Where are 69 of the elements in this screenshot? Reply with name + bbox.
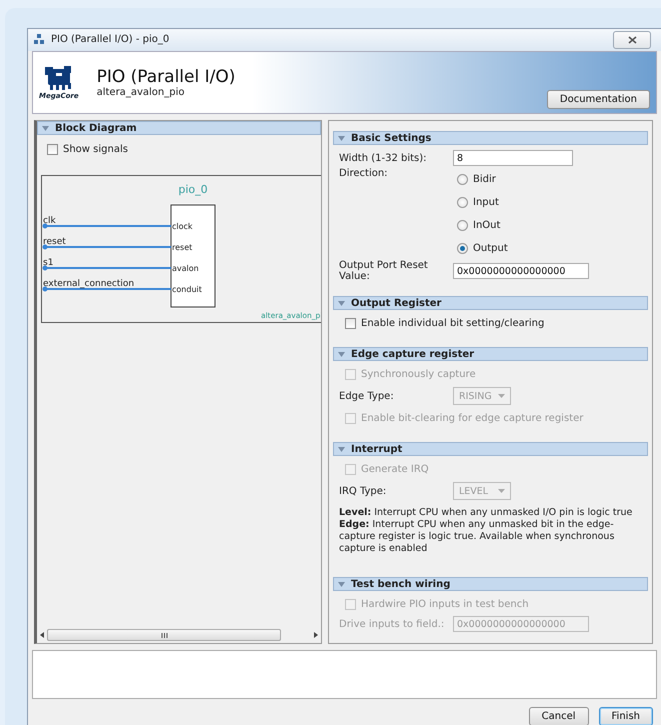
checkbox-label: Show signals (63, 144, 128, 155)
port-label: reset (172, 243, 192, 252)
signal-label: reset (43, 237, 66, 248)
documentation-button[interactable]: Documentation (546, 90, 650, 110)
component-title: PIO (Parallel I/O) (96, 66, 236, 87)
help-text: Edge: Interrupt CPU when any unmasked bit in the edge-capture register is logic true. Available when synchronous capture is enabled (339, 519, 616, 556)
checkbox-label: Synchronously capture (361, 368, 476, 380)
radio-label: Input (473, 197, 499, 208)
section-title: Interrupt (351, 444, 402, 455)
section-header[interactable]: Output Register (333, 296, 648, 310)
section-header[interactable]: Block Diagram (37, 121, 321, 136)
collapse-arrow-icon[interactable] (338, 352, 345, 357)
port-label: conduit (172, 285, 202, 294)
checkbox-label: Generate IRQ (361, 464, 429, 475)
section-title: Output Register (351, 298, 442, 309)
section-title: Test bench wiring (351, 578, 450, 590)
radio-label: InOut (473, 220, 500, 232)
scroll-left-icon[interactable] (39, 632, 45, 638)
collapse-arrow-icon[interactable] (42, 126, 49, 131)
field-label: Drive inputs to field.: (339, 618, 446, 630)
checkbox[interactable] (345, 318, 356, 329)
signal-label: clk (43, 216, 56, 226)
signal-label: external_connection (43, 279, 134, 290)
section-header[interactable]: Interrupt (333, 442, 648, 456)
dialog-button[interactable]: Finish (598, 707, 653, 725)
radio-button[interactable] (457, 220, 468, 232)
scroll-right-icon[interactable] (313, 632, 319, 638)
field-label: Edge Type: (339, 390, 395, 402)
radio-button[interactable] (457, 174, 468, 186)
section-header[interactable]: Basic Settings (333, 131, 648, 146)
chip-logo-icon (44, 64, 74, 91)
component-name: pio_0 (178, 183, 208, 196)
field-label: Output Port Reset Value: (339, 260, 429, 282)
input-field[interactable]: 8 (453, 150, 573, 166)
input-field[interactable]: 0x0000000000000000 (453, 263, 589, 280)
collapse-arrow-icon[interactable] (338, 136, 345, 141)
grip-icon (160, 632, 168, 638)
signal-label: s1 (43, 258, 54, 268)
window-title: PIO (Parallel I/O) - pio_0 (51, 34, 170, 46)
checkbox-label: Enable bit-clearing for edge capture register (361, 412, 584, 424)
dropdown-arrow-icon (498, 489, 505, 494)
close-icon (628, 36, 636, 44)
app-icon (34, 34, 45, 46)
component-subtitle: altera_avalon_pio (96, 86, 186, 98)
checkbox-label: Hardwire PIO inputs in test bench (361, 598, 529, 610)
section-title: Edge capture register (351, 348, 474, 360)
section-title: Block Diagram (55, 122, 137, 134)
port-label: clock (172, 222, 193, 232)
section-title: Basic Settings (351, 132, 432, 144)
section-header[interactable]: Edge capture register (333, 347, 648, 362)
help-text: Level: Interrupt CPU when any unmasked I/O pin is logic true (339, 507, 634, 520)
checkbox[interactable] (47, 144, 58, 155)
scrollbar-thumb[interactable] (47, 629, 281, 642)
radio-button[interactable] (457, 197, 468, 208)
field-label: Width (1-32 bits): (339, 152, 428, 164)
section-header[interactable]: Test bench wiring (333, 577, 648, 592)
field-label: Direction: (339, 168, 389, 180)
radio-button[interactable] (457, 243, 468, 254)
port-label: avalon (172, 264, 199, 274)
radio-label: Bidir (473, 174, 496, 186)
checkbox-label: Enable individual bit setting/clearing (361, 318, 544, 329)
field-label: IRQ Type: (339, 486, 388, 497)
radio-label: Output (473, 243, 508, 254)
dropdown-arrow-icon (498, 394, 505, 398)
dialog-button[interactable]: Cancel (528, 707, 589, 725)
collapse-arrow-icon[interactable] (338, 300, 345, 306)
collapse-arrow-icon[interactable] (338, 582, 345, 587)
collapse-arrow-icon[interactable] (338, 446, 345, 452)
close-button[interactable] (613, 30, 651, 49)
